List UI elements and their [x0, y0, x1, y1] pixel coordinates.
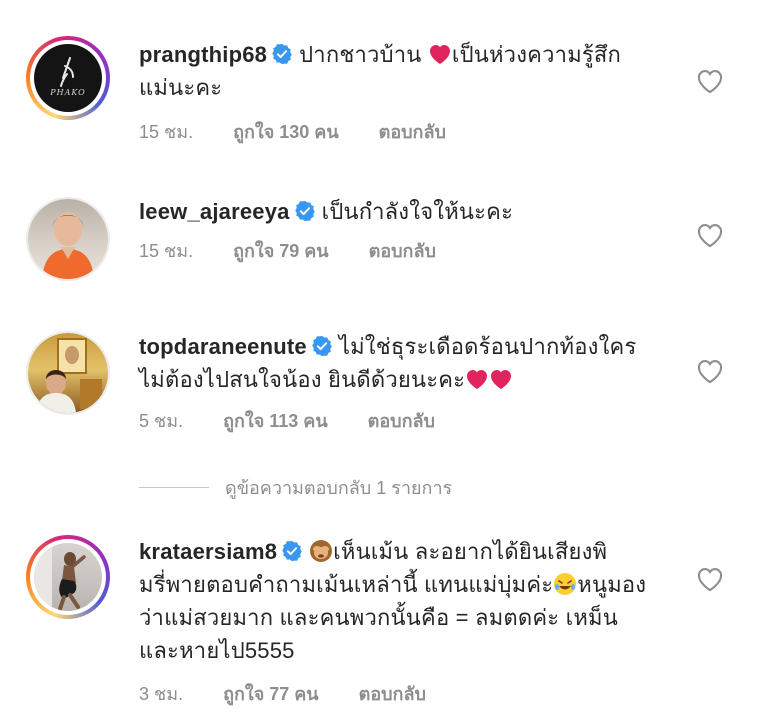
portrait-icon: [36, 338, 102, 413]
comment-text-line2: ไม่ต้องไปสนใจน้อง ยินดีด้วยนะคะ: [139, 367, 466, 392]
comment-item: leew_ajareeya เป็นกำลังใจให้นะคะ 15 ชม. ถู…: [0, 150, 770, 281]
comment-text: topdaraneenute ไม่ใช่ธุระเดือดร้อนปากท้อง…: [139, 330, 679, 396]
reply-button[interactable]: ตอบกลับ: [379, 117, 446, 146]
red-heart-icon: [489, 368, 513, 390]
red-heart-icon: [428, 43, 452, 65]
comment-meta: 3 ชม. ถูกใจ 77 คน ตอบกลับ: [139, 679, 426, 708]
view-replies-label: ดูข้อความตอบกลับ 1 รายการ: [225, 478, 453, 498]
comment-item: krataersiam8 เห็นเม้น ละอยากได้ยินเสียงพิ…: [0, 510, 770, 726]
see-no-evil-monkey-icon: [310, 540, 333, 562]
avatar[interactable]: PHAKO: [26, 36, 110, 120]
comment-meta: 5 ชม. ถูกใจ 113 คน ตอบกลับ: [139, 406, 435, 435]
comment-text-line1b: เป็นห่วงความรู้สึก: [451, 42, 622, 67]
comment-item: PHAKO prangthip68 ปากชาวบ้าน เป็นห่วงความ…: [0, 0, 770, 150]
username[interactable]: leew_ajareeya: [139, 199, 290, 224]
comment-text: prangthip68 ปากชาวบ้าน เป็นห่วงความรู้สึก…: [139, 38, 679, 104]
reply-button[interactable]: ตอบกลับ: [368, 406, 435, 435]
laughing-tears-icon: [554, 573, 577, 595]
likes-count[interactable]: ถูกใจ 77 คน: [223, 679, 319, 708]
comment-text-line1: ปากชาวบ้าน: [299, 42, 422, 67]
avatar[interactable]: [26, 535, 110, 619]
view-replies-button[interactable]: ดูข้อความตอบกลับ 1 รายการ: [139, 473, 452, 502]
like-heart-icon[interactable]: [696, 68, 724, 94]
timestamp: 15 ชม.: [139, 122, 194, 142]
like-heart-icon[interactable]: [696, 222, 724, 248]
comment-text-line1: เห็นเม้น ละอยากได้ยินเสียงพิ: [333, 539, 608, 564]
comment-text: leew_ajareeya เป็นกำลังใจให้นะคะ: [139, 195, 679, 228]
divider: [139, 487, 209, 488]
verified-icon: [294, 200, 316, 222]
comment-text-line2b: หนูมอง: [577, 572, 647, 597]
likes-count[interactable]: ถูกใจ 130 คน: [233, 117, 339, 146]
likes-count[interactable]: ถูกใจ 79 คน: [233, 236, 329, 265]
verified-icon: [281, 540, 303, 562]
comments-feed: PHAKO prangthip68 ปากชาวบ้าน เป็นห่วงความ…: [0, 0, 770, 726]
comment-text-line2: แม่นะคะ: [139, 75, 223, 100]
portrait-icon: [42, 212, 94, 279]
avatar[interactable]: [26, 331, 110, 415]
logo-icon: [60, 57, 74, 87]
comment-text-line4: และหายไป5555: [139, 638, 295, 663]
comment-meta: 15 ชม. ถูกใจ 79 คน ตอบกลับ: [139, 236, 436, 265]
avatar-caption: PHAKO: [50, 88, 86, 97]
timestamp: 15 ชม.: [139, 241, 194, 261]
like-heart-icon[interactable]: [696, 358, 724, 384]
red-heart-icon: [465, 368, 489, 390]
username[interactable]: krataersiam8: [139, 539, 277, 564]
comment-item: topdaraneenute ไม่ใช่ธุระเดือดร้อนปากท้อง…: [0, 280, 770, 460]
avatar[interactable]: [26, 197, 110, 281]
username[interactable]: prangthip68: [139, 42, 267, 67]
comment-text: krataersiam8 เห็นเม้น ละอยากได้ยินเสียงพิ…: [139, 535, 679, 667]
timestamp: 5 ชม.: [139, 411, 184, 431]
comment-meta: 15 ชม. ถูกใจ 130 คน ตอบกลับ: [139, 117, 446, 146]
reply-button[interactable]: ตอบกลับ: [359, 679, 426, 708]
likes-count[interactable]: ถูกใจ 113 คน: [223, 406, 328, 435]
reply-button[interactable]: ตอบกลับ: [369, 236, 436, 265]
timestamp: 3 ชม.: [139, 684, 184, 704]
comment-text-line1: ไม่ใช่ธุระเดือดร้อนปากท้องใคร: [338, 334, 637, 359]
comment-text-content: เป็นกำลังใจให้นะคะ: [321, 199, 514, 224]
portrait-icon: [34, 543, 86, 611]
verified-icon: [271, 43, 293, 65]
like-heart-icon[interactable]: [696, 566, 724, 592]
verified-icon: [311, 335, 333, 357]
username[interactable]: topdaraneenute: [139, 334, 307, 359]
comment-text-line2a: มรี่พายตอบคำถามเม้นเหล่านี้ แทนแม่บุ่มค่…: [139, 572, 554, 597]
comment-text-line3: ว่าแม่สวยมาก และคนพวกนั้นคือ = ลมตดค่ะ เ…: [139, 605, 619, 630]
